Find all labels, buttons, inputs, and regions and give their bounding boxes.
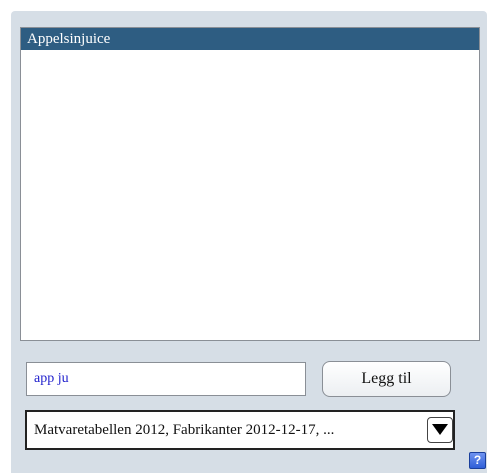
source-select-value: Matvaretabellen 2012, Fabrikanter 2012-1… [34,422,335,438]
dropdown-button[interactable] [427,417,453,443]
add-button[interactable]: Legg til [322,361,451,397]
results-list[interactable]: Appelsinjuice [20,27,480,341]
search-input[interactable] [26,362,306,396]
source-select[interactable]: Matvaretabellen 2012, Fabrikanter 2012-1… [25,410,455,450]
list-item[interactable]: Appelsinjuice [21,28,479,50]
help-button[interactable]: ? [469,452,486,469]
chevron-down-icon [432,424,448,435]
